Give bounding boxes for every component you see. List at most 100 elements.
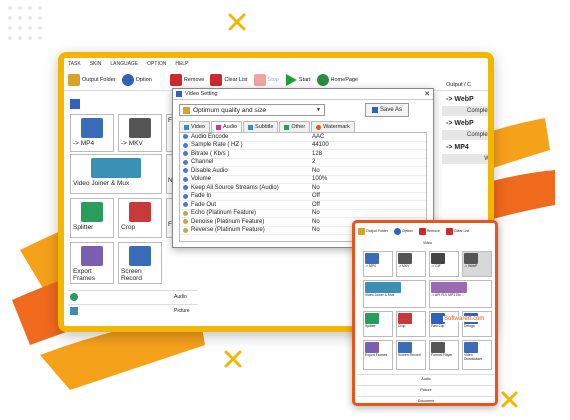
task-status: Completed [442,130,488,140]
audio-tab-icon [215,124,221,130]
tile-crop[interactable]: Crop [396,311,426,337]
category-document[interactable]: Document [357,396,495,403]
tile-splitter[interactable]: Splitter [363,311,393,337]
task-title[interactable]: -> WebP [442,92,488,106]
preset-select[interactable]: Optimum quality and size ▼ [179,104,325,116]
tile-to-api-flv-mp3[interactable]: -> API FLV MP3 Etc... [429,280,492,308]
tile-splitter[interactable]: Splitter [70,198,114,238]
tile-video-downloader[interactable]: Video Downloader [462,340,492,370]
property-row[interactable]: Disable Audio No [180,167,426,176]
property-row[interactable]: Fade In Off [180,193,426,201]
option-button[interactable]: Option [393,227,413,235]
tile-to-webp[interactable]: -> WebP [462,251,492,277]
subtitle-tab-icon [248,124,254,130]
tile-crop[interactable]: Crop [118,198,162,238]
tile-video-joiner-mux[interactable]: Video Joiner & Mux [363,280,426,308]
tile-format-player[interactable]: Format Player [429,340,459,370]
category-audio[interactable]: Audio [357,374,495,383]
tab-subtitle[interactable]: Subtitle [243,121,279,132]
task-status: Wait [442,154,488,164]
property-icon [183,185,188,191]
tile-video-joiner-mux[interactable]: Video Joiner & Mux [70,154,162,194]
task-title[interactable]: -> WebP [442,116,488,130]
task-status: Completed [442,106,488,116]
property-row[interactable]: Sample Rate ( HZ ) 44100 [180,142,426,150]
tile-to-mkv[interactable]: -> MKV [118,114,162,152]
remove-icon [169,73,182,86]
remove-button[interactable]: Remove [169,73,204,86]
output-list: Output / C -> WebP Completed -> WebP Com… [442,82,488,164]
homepage-icon [316,73,329,86]
property-row[interactable]: Echo (Platinum Feature) No [180,210,426,218]
homepage-button[interactable]: HomePage [316,73,358,86]
menu-language[interactable]: LANGUAGE [110,61,138,69]
property-row[interactable]: Volume 100% [180,176,426,184]
preset-row: Optimum quality and size ▼ Save As [173,100,433,120]
format-player-icon [431,342,445,353]
video-joiner-icon [365,282,401,293]
remove-icon [418,227,426,235]
menu-skin[interactable]: SKIN [90,61,102,69]
property-row[interactable]: Audio Encode AAC [180,133,426,142]
other-tab-icon [284,124,290,130]
property-row[interactable]: Keep All Source Streams (Audio) No [180,184,426,193]
webp-icon [464,253,478,264]
tab-video[interactable]: Video [179,121,210,132]
option-button[interactable]: Option [121,73,152,86]
mkv-icon [129,118,151,138]
tile-to-mp4[interactable]: -> MP4 [363,251,393,277]
save-icon [372,107,378,113]
tile-to-mp4[interactable]: -> MP4 [70,114,114,152]
menu-bar: TASK SKIN LANGUAGE OPTION HELP [64,58,488,69]
video-tab-icon [184,124,189,130]
menu-task[interactable]: TASK [68,61,81,69]
property-row[interactable]: Bitrate ( Kb/s ) 128 [180,150,426,159]
dialog-title-bar: Video Setting ✕ [173,89,433,100]
property-row[interactable]: Channel 2 [180,159,426,167]
mkv-icon [398,253,412,264]
tile-screen-record[interactable]: Screen Record [396,340,426,370]
export-frames-icon [365,342,379,353]
tile-export-frames[interactable]: Export Frames [363,340,393,370]
output-folder-button[interactable]: Output Folder [358,227,388,235]
video-joiner-icon [91,158,141,178]
property-icon [183,168,188,174]
tile-to-gif[interactable]: -> GIF [429,251,459,277]
property-icon [183,134,188,140]
start-button[interactable]: Start [285,73,311,86]
tab-audio[interactable]: Audio [210,121,243,132]
output-folder-button[interactable]: Output Folder [68,73,116,86]
category-picture[interactable]: Picture [68,304,198,316]
tile-export-frames[interactable]: Export Frames [70,242,114,284]
secondary-toolbar: Output Folder Option Remove Clear List [355,223,495,239]
tile-delogo[interactable]: Delogo [462,311,492,337]
tile-to-mkv[interactable]: -> MKV [396,251,426,277]
task-title[interactable]: -> MP4 [442,140,488,154]
tile-screen-record[interactable]: Screen Record [118,242,162,284]
close-icon[interactable]: ✕ [424,90,430,98]
menu-help[interactable]: HELP [175,61,188,69]
property-icon [183,202,188,208]
category-picture[interactable]: Picture [357,385,495,394]
output-folder-icon [358,227,365,235]
menu-option[interactable]: OPTION [147,61,166,69]
remove-button[interactable]: Remove [418,227,440,235]
audio-category-icon [70,292,78,301]
tile-fast-clip[interactable]: Fast Clip [429,311,459,337]
screen-record-icon [129,246,151,266]
splitter-icon [81,202,103,222]
clear-list-button[interactable]: Clear List [445,227,469,235]
clear-list-button[interactable]: Clear List [210,73,248,86]
property-icon [183,193,188,199]
property-row[interactable]: Fade Out Off [180,201,426,210]
category-video[interactable]: Video [355,239,495,247]
dot-grid [8,6,42,40]
tab-other[interactable]: Other [279,121,311,132]
save-as-button[interactable]: Save As [365,103,410,117]
option-icon [393,227,401,235]
tab-watermark[interactable]: Watermark [311,121,355,132]
stop-button[interactable]: Stop [253,73,279,86]
category-audio[interactable]: Audio [68,290,198,302]
output-column-header: Output / C [446,82,472,88]
multi-format-icon [431,282,467,293]
